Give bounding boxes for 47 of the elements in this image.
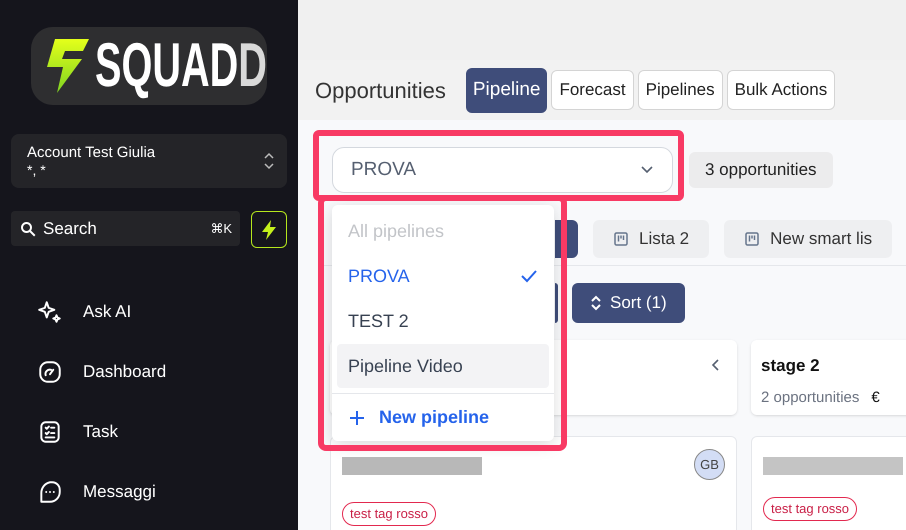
nav-item[interactable]: Task xyxy=(37,414,287,450)
account-switcher[interactable]: Account Test Giulia *, * xyxy=(11,134,287,188)
plus-icon xyxy=(349,410,365,426)
nav-item[interactable]: Messaggi xyxy=(37,474,287,510)
tab[interactable]: Pipelines xyxy=(638,70,723,110)
list-button[interactable]: New smart lis xyxy=(724,220,892,258)
menu-item: All pipelines xyxy=(347,220,446,243)
filter-button[interactable] xyxy=(555,283,558,323)
search-icon xyxy=(19,220,37,238)
sort-button[interactable]: Sort (1) xyxy=(572,283,685,323)
account-detail: *, * xyxy=(27,162,47,178)
opportunity-count: 3 opportunities xyxy=(689,152,833,188)
list-button[interactable]: Lista 2 xyxy=(593,220,710,258)
board-icon xyxy=(744,231,760,247)
chevron-down-icon xyxy=(640,165,654,175)
board-icon xyxy=(613,231,629,247)
avatar: GB xyxy=(694,449,725,480)
stage-amount: € xyxy=(871,388,880,408)
menu-item[interactable]: Pipeline Video xyxy=(337,344,549,388)
tag: test tag rosso xyxy=(763,497,858,521)
tab[interactable]: Bulk Actions xyxy=(726,70,836,110)
shortcut-hint: ⌘K xyxy=(210,220,232,238)
opportunity-card[interactable]: GB test tag rosso xyxy=(330,436,737,530)
page-title: Opportunities xyxy=(315,76,446,105)
stage-count: 2 opportunities xyxy=(761,388,860,408)
gauge-icon xyxy=(37,359,63,385)
search-input[interactable]: Search xyxy=(43,216,204,242)
quick-action-button[interactable] xyxy=(251,211,287,248)
menu-item[interactable]: PROVA xyxy=(337,254,549,298)
tag: test tag rosso xyxy=(342,502,436,526)
sort-icon xyxy=(590,295,602,311)
chevrons-icon xyxy=(263,151,275,171)
tab[interactable]: Pipeline xyxy=(466,68,548,112)
sparkle-icon xyxy=(37,299,63,325)
menu-item[interactable]: TEST 2 xyxy=(337,299,549,343)
search-field[interactable]: Search ⌘K xyxy=(11,211,240,246)
account-name: Account Test Giulia xyxy=(27,144,156,162)
tab[interactable]: Forecast xyxy=(551,70,634,110)
chevron-left-icon xyxy=(711,358,721,372)
logo-text: SQUADD xyxy=(95,35,267,97)
check-icon xyxy=(520,269,538,283)
stage-title: stage 2 xyxy=(761,355,821,377)
bolt-icon xyxy=(259,218,279,240)
nav-item[interactable]: Ask AI xyxy=(37,294,287,330)
pipeline-select[interactable]: PROVA xyxy=(332,147,673,193)
nav-item[interactable]: Dashboard xyxy=(37,354,287,390)
opportunity-card[interactable]: test tag rosso xyxy=(751,436,906,530)
